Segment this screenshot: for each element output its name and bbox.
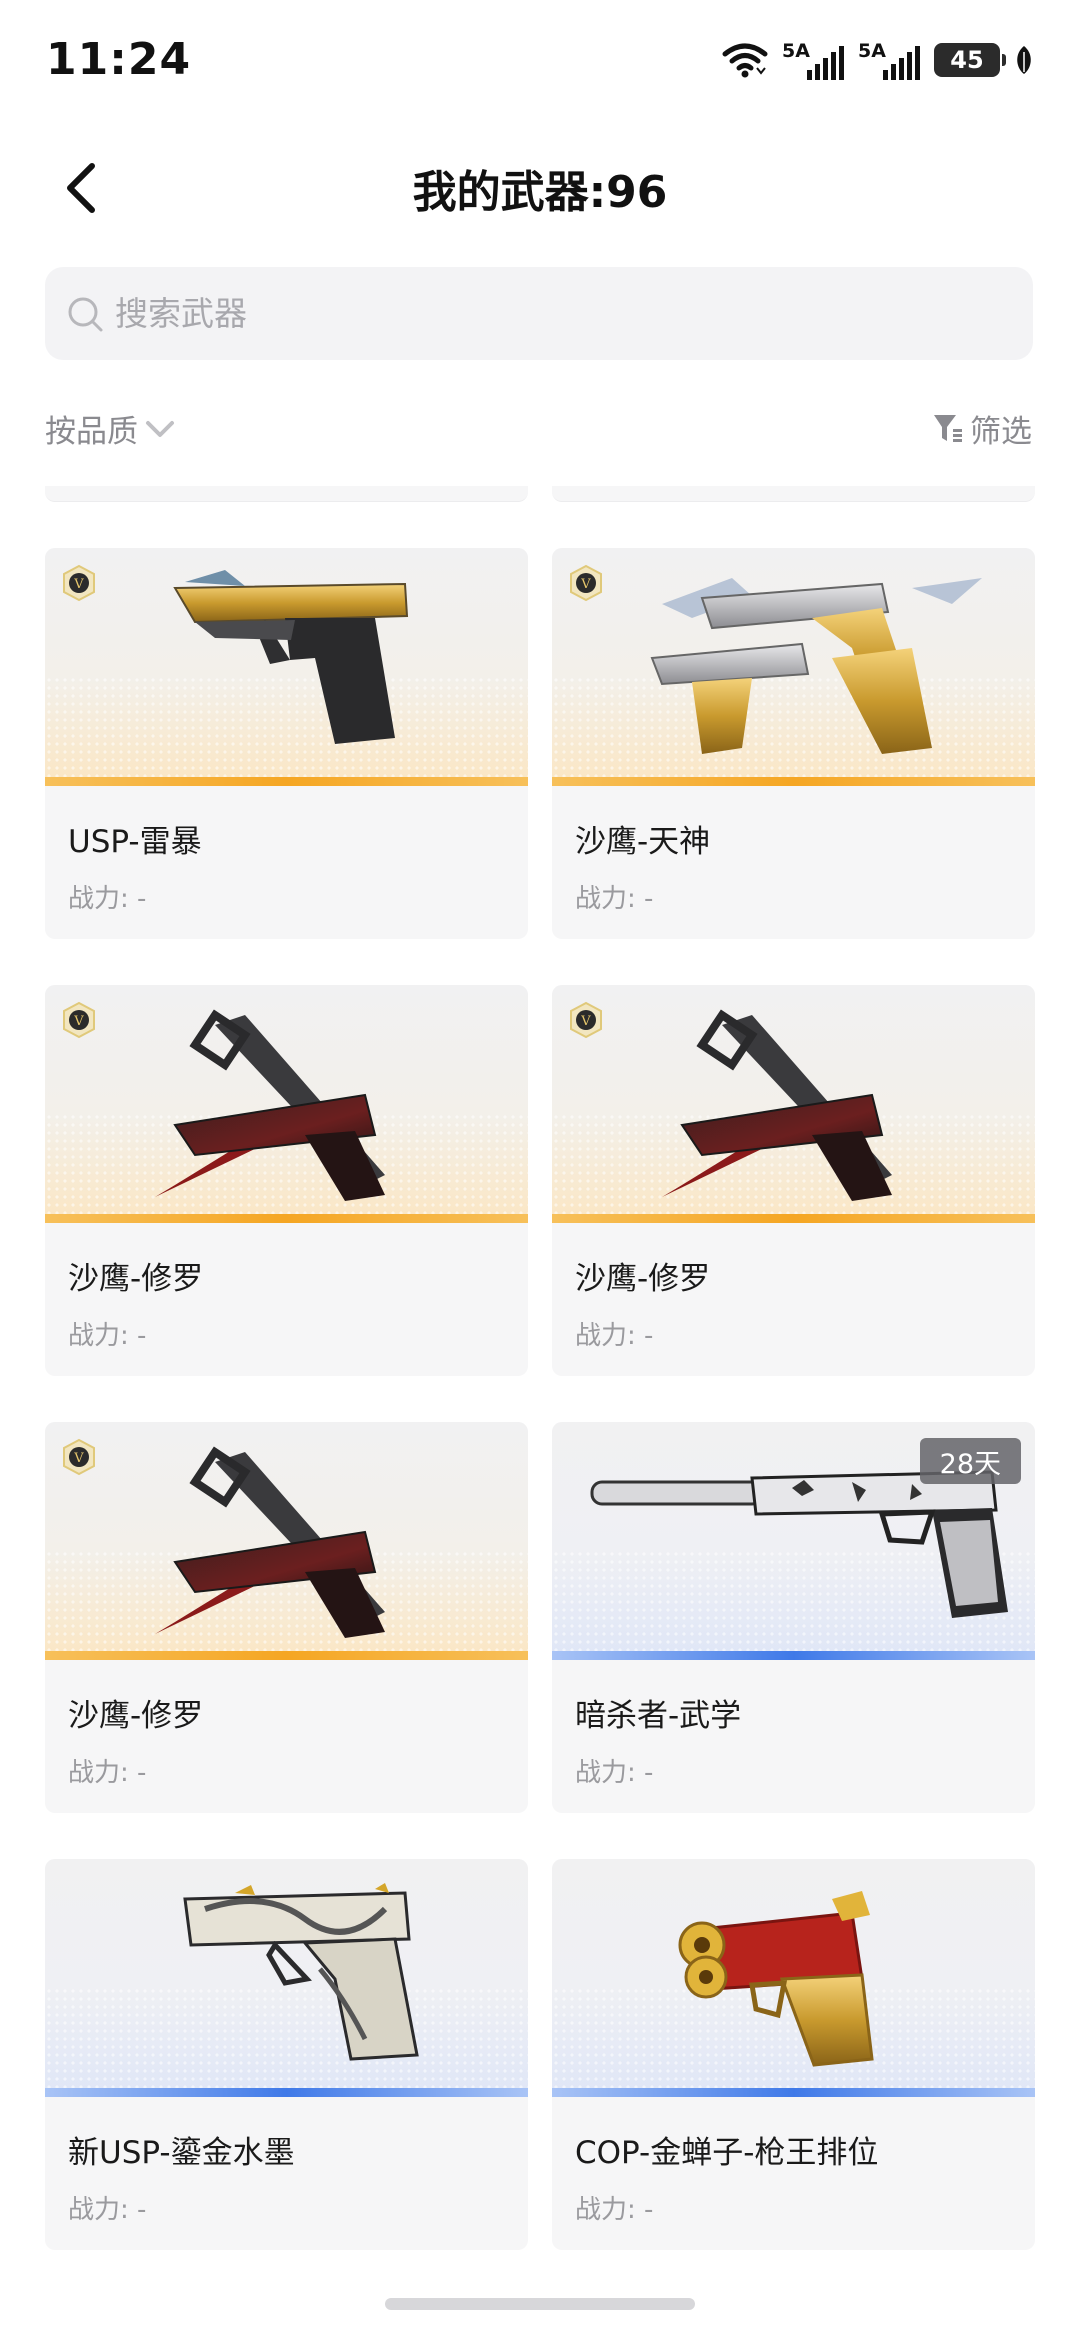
weapon-power: 战力: - [68, 2195, 147, 2225]
leaf-icon [1017, 46, 1031, 74]
weapon-card[interactable]: V 沙鹰-天神 战力: - [552, 548, 1035, 939]
quality-stripe [45, 1651, 528, 1660]
weapon-card-partial[interactable] [45, 486, 528, 502]
weapon-card[interactable]: V 沙鹰-修罗 战力: - [552, 985, 1035, 1376]
weapon-name: 沙鹰-修罗 [68, 1698, 204, 1734]
weapon-grid: V USP-雷暴 战力: - V 沙鹰-天神 战力: - V 沙鹰-修罗 战力:… [45, 548, 1035, 2250]
search-input[interactable] [115, 294, 995, 333]
sort-label: 按品质 [45, 414, 138, 450]
svg-text:V: V [73, 1014, 84, 1029]
home-indicator[interactable] [385, 2298, 695, 2310]
quality-stripe [45, 2088, 528, 2097]
weapon-card-partial[interactable] [552, 486, 1035, 502]
dual-pistol-image [650, 578, 982, 754]
weapon-card[interactable]: 28天 暗杀者-武学 战力: - [552, 1422, 1035, 1813]
pistol-image [173, 570, 409, 744]
wifi-icon [722, 43, 768, 78]
quality-stripe [552, 2088, 1035, 2097]
sim2-label: 5A [858, 40, 886, 62]
filter-button[interactable]: 筛选 [932, 406, 1032, 451]
derringer-image [678, 1891, 874, 2067]
status-bar: 11:24 5A 5A 45 [0, 0, 1080, 120]
weapon-name: 沙鹰-天神 [575, 824, 711, 860]
weapon-name: 新USP-鎏金水墨 [68, 2135, 295, 2171]
weapon-card[interactable]: V 沙鹰-修罗 战力: - [45, 985, 528, 1376]
weapon-power: 战力: - [68, 1758, 147, 1788]
weapon-image-area: V [45, 985, 528, 1223]
status-time: 11:24 [46, 34, 192, 85]
pistol-knife-image [155, 1446, 385, 1638]
vip-badge-icon: V [570, 1001, 602, 1039]
weapon-power: 战力: - [68, 884, 147, 914]
weapon-image-area: V [45, 548, 528, 786]
battery-level: 45 [950, 46, 984, 74]
filter-label: 筛选 [970, 414, 1032, 450]
weapon-name: 暗杀者-武学 [575, 1698, 742, 1734]
quality-stripe [45, 1214, 528, 1223]
weapon-image-area: V [552, 548, 1035, 786]
quality-stripe [45, 777, 528, 786]
weapon-image-area: V [45, 1422, 528, 1660]
pistol-knife-image [155, 1009, 385, 1201]
weapon-power: 战力: - [575, 884, 654, 914]
weapon-card[interactable]: 新USP-鎏金水墨 战力: - [45, 1859, 528, 2250]
search-bar[interactable] [45, 267, 1033, 360]
quality-stripe [552, 1214, 1035, 1223]
weapon-power: 战力: - [68, 1321, 147, 1351]
quality-stripe [552, 777, 1035, 786]
vip-badge-icon: V [63, 1001, 95, 1039]
svg-text:V: V [580, 1014, 591, 1029]
svg-text:V: V [73, 1451, 84, 1466]
quality-stripe [552, 1651, 1035, 1660]
pistol-image [183, 1883, 419, 2061]
weapon-card[interactable]: V USP-雷暴 战力: - [45, 548, 528, 939]
expiry-badge: 28天 [919, 1438, 1021, 1484]
svg-text:V: V [73, 577, 84, 592]
signal-icon: 5A [782, 38, 844, 82]
weapon-name: USP-雷暴 [68, 824, 202, 860]
weapon-name: 沙鹰-修罗 [68, 1261, 204, 1297]
weapon-power: 战力: - [575, 1758, 654, 1788]
sort-by-quality-button[interactable]: 按品质 [45, 406, 176, 451]
weapon-image-area: 28天 [552, 1422, 1035, 1660]
weapon-card[interactable]: COP-金蝉子-枪王排位 战力: - [552, 1859, 1035, 2250]
weapon-power: 战力: - [575, 1321, 654, 1351]
weapon-image-area [45, 1859, 528, 2097]
battery-icon: 45 [934, 43, 1006, 77]
pistol-knife-image [662, 1009, 892, 1201]
search-icon [68, 297, 103, 331]
weapon-card[interactable]: V 沙鹰-修罗 战力: - [45, 1422, 528, 1813]
vip-badge-icon: V [63, 564, 95, 602]
svg-text:V: V [580, 577, 591, 592]
vip-badge-icon: V [570, 564, 602, 602]
page-title: 我的武器:96 [412, 167, 668, 218]
funnel-icon [934, 414, 962, 442]
sim1-label: 5A [782, 40, 810, 62]
weapon-image-area: V [552, 985, 1035, 1223]
chevron-down-icon [146, 420, 174, 437]
signal-icon: 5A [858, 38, 920, 82]
weapon-image-area [552, 1859, 1035, 2097]
weapon-name: COP-金蝉子-枪王排位 [575, 2135, 879, 2171]
weapon-name: 沙鹰-修罗 [575, 1261, 711, 1297]
vip-badge-icon: V [63, 1438, 95, 1476]
status-icons: 5A 5A 45 [722, 38, 1034, 82]
weapon-power: 战力: - [575, 2195, 654, 2225]
